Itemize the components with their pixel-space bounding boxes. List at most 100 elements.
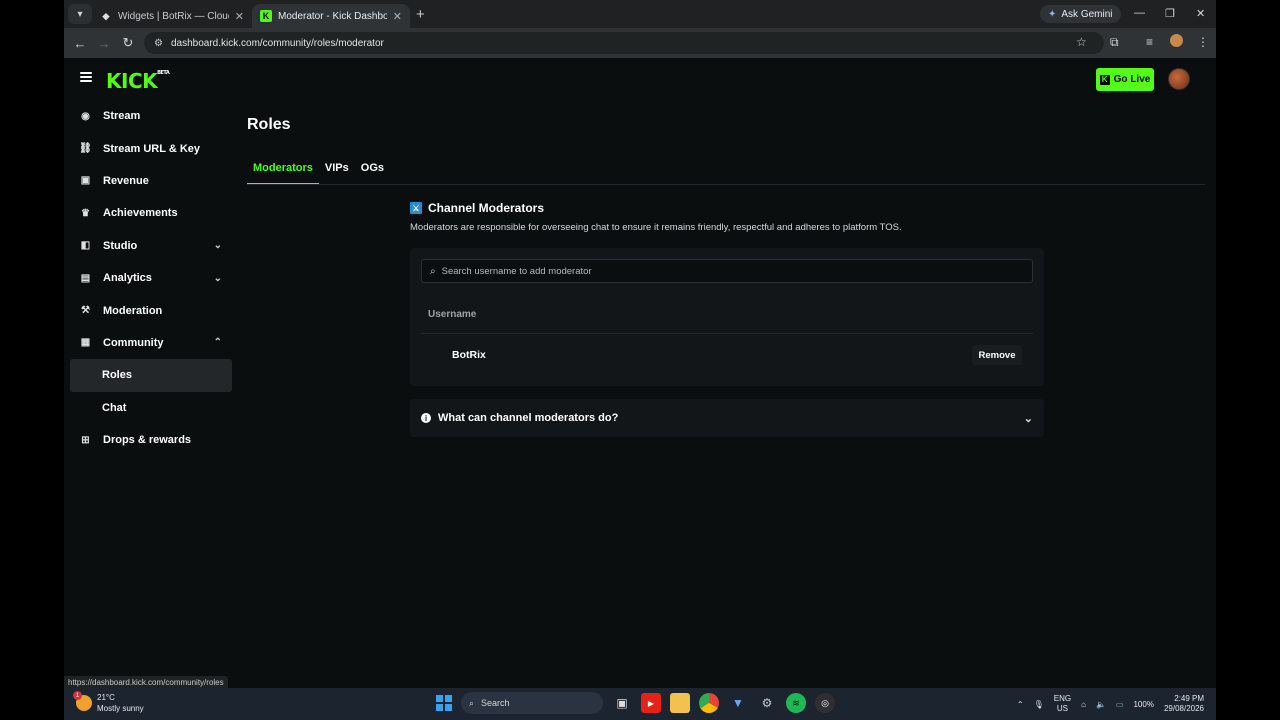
media-control-icon[interactable]: ≡ <box>1146 35 1153 49</box>
address-bar[interactable]: ⚙ dashboard.kick.com/community/roles/mod… <box>144 32 1104 54</box>
kick-logo[interactable]: KICKBETA <box>106 69 170 93</box>
microphone-icon[interactable]: 🎙 <box>1034 700 1044 709</box>
search-icon: ⌕ <box>430 265 436 277</box>
sidebar-item-moderation[interactable]: ⚒ Moderation <box>70 294 232 326</box>
section-title: ⚔ Channel Moderators <box>410 201 544 215</box>
sidebar-item-label: Community <box>103 336 164 349</box>
hammer-icon: ⚒ <box>81 305 90 317</box>
trophy-icon: ♛ <box>81 207 90 219</box>
clock[interactable]: 2:49 PM 29/08/2026 <box>1164 694 1204 714</box>
studio-icon: ◧ <box>80 240 91 252</box>
sidebar-item-studio[interactable]: ◧ Studio ⌄ <box>70 230 232 262</box>
sidebar-item-stream-url-key[interactable]: ⛓ Stream URL & Key <box>70 132 232 164</box>
notification-badge: 1 <box>73 691 82 700</box>
spotify-icon[interactable]: ≋ <box>786 693 806 713</box>
search-input[interactable] <box>441 265 1002 277</box>
botrix-favicon-icon: ◆ <box>102 10 110 21</box>
go-live-label: Go Live <box>1113 74 1151 85</box>
more-menu-icon[interactable]: ⋮ <box>1197 35 1209 49</box>
sidebar-item-label: Studio <box>103 239 138 252</box>
back-icon[interactable]: ← <box>68 36 92 51</box>
tab-search-button[interactable]: ▾ <box>68 4 92 24</box>
settings-gear-icon[interactable]: ⚙ <box>757 693 777 713</box>
sidebar-item-label: Achievements <box>103 207 178 220</box>
reload-icon[interactable]: ↻ <box>116 35 140 51</box>
extensions-icon[interactable]: ⧉ <box>1110 35 1119 50</box>
site-info-icon[interactable]: ⚙ <box>154 38 163 49</box>
sword-icon: ⚔ <box>410 202 422 214</box>
chrome-icon[interactable] <box>699 693 719 713</box>
battery-icon[interactable]: ▭ <box>1116 700 1124 709</box>
remove-button[interactable]: Remove <box>972 345 1022 365</box>
sidebar-item-analytics[interactable]: ▤ Analytics ⌄ <box>70 262 232 294</box>
beta-badge: BETA <box>157 70 170 76</box>
taskbar-apps: ⌕ Search ▣ ▶ ▼ ⚙ ≋ ◎ <box>436 692 835 714</box>
faq-accordion[interactable]: i What can channel moderators do? ⌄ <box>410 399 1044 437</box>
user-avatar[interactable] <box>1168 68 1190 90</box>
browser-tab-kick[interactable]: K Moderator - Kick Dashboard ✕ <box>252 4 410 28</box>
tab-ogs[interactable]: OGs <box>355 158 390 185</box>
minimize-icon[interactable]: — <box>1134 7 1145 19</box>
sidebar-item-drops-rewards[interactable]: ⊞ Drops & rewards <box>70 424 232 456</box>
tabs-divider <box>247 184 1205 185</box>
task-view-icon[interactable]: ▣ <box>612 693 632 713</box>
gift-icon: ⊞ <box>81 434 90 446</box>
status-bar-url: https://dashboard.kick.com/community/rol… <box>64 676 228 688</box>
clock-time: 2:49 PM <box>1174 694 1204 703</box>
sidebar-item-label: Chat <box>102 401 127 414</box>
sidebar-item-community[interactable]: ▦ Community ⌃ <box>70 327 232 359</box>
table-divider <box>421 333 1033 334</box>
stream-icon: ◉ <box>81 110 90 122</box>
clock-date: 29/08/2026 <box>1163 704 1204 713</box>
browser-toolbar: ← → ↻ ⚙ dashboard.kick.com/community/rol… <box>64 28 1216 58</box>
ask-gemini-button[interactable]: ✦ Ask Gemini <box>1040 5 1121 23</box>
sidebar-item-label: Analytics <box>103 272 152 285</box>
kick-dashboard-page: KICKBETA K Go Live ◉ Stream ⛓ Stream URL… <box>64 58 1216 688</box>
forward-icon[interactable]: → <box>92 36 116 51</box>
taskbar-search[interactable]: ⌕ Search <box>461 692 603 714</box>
obs-icon[interactable]: ◎ <box>815 693 835 713</box>
close-icon[interactable]: ✕ <box>235 10 244 23</box>
new-tab-button[interactable]: + <box>416 6 425 23</box>
chevron-down-icon: ⌄ <box>1023 412 1033 425</box>
sidebar-item-label: Revenue <box>103 174 149 187</box>
weather-widget[interactable]: 1 21°C Mostly sunny <box>73 691 144 714</box>
community-icon: ▦ <box>80 337 91 349</box>
network-icon[interactable]: ⌂ <box>1081 700 1086 709</box>
chevron-up-icon[interactable]: ⌃ <box>1017 700 1024 709</box>
close-icon[interactable]: ✕ <box>393 10 402 23</box>
sidebar-item-chat[interactable]: Chat <box>70 392 232 424</box>
maximize-icon[interactable]: ❐ <box>1165 7 1175 20</box>
sidebar-item-revenue[interactable]: ▣ Revenue <box>70 165 232 197</box>
go-live-button[interactable]: K Go Live <box>1096 68 1154 91</box>
windows-taskbar: 1 21°C Mostly sunny ⌕ Search ▣ ▶ ▼ ⚙ ≋ ◎… <box>64 688 1216 720</box>
faq-title: What can channel moderators do? <box>438 412 619 424</box>
sidebar: ◉ Stream ⛓ Stream URL & Key ▣ Revenue ♛ … <box>70 100 232 456</box>
chevron-up-icon: ⌃ <box>213 337 222 349</box>
tab-vips[interactable]: VIPs <box>319 158 355 185</box>
volume-icon[interactable]: 🔈 <box>1096 700 1106 709</box>
window-close-icon[interactable]: ✕ <box>1196 7 1205 20</box>
vpn-app-icon[interactable]: ▼ <box>728 693 748 713</box>
sidebar-item-achievements[interactable]: ♛ Achievements <box>70 197 232 229</box>
battery-percent: 100% <box>1133 699 1154 709</box>
file-explorer-icon[interactable] <box>670 693 690 713</box>
weather-desc: Mostly sunny <box>97 704 144 713</box>
weather-temp: 21°C <box>97 693 115 702</box>
youtube-icon[interactable]: ▶ <box>641 693 661 713</box>
language-indicator[interactable]: ENG US <box>1054 694 1071 714</box>
moderator-search[interactable]: ⌕ <box>421 259 1033 283</box>
sidebar-item-stream[interactable]: ◉ Stream <box>70 100 232 132</box>
windows-start-icon[interactable] <box>436 695 452 711</box>
sidebar-item-label: Roles <box>102 369 132 382</box>
tab-title: Moderator - Kick Dashboard <box>278 10 387 22</box>
analytics-icon: ▤ <box>80 272 91 284</box>
bookmark-star-icon[interactable]: ☆ <box>1076 35 1087 49</box>
hamburger-menu-icon[interactable] <box>80 72 92 82</box>
tab-moderators[interactable]: Moderators <box>247 158 319 185</box>
tab-title: Widgets | BotRix — Cloud Stream <box>118 10 229 22</box>
profile-avatar-icon[interactable] <box>1170 34 1183 47</box>
moderator-username: BotRix <box>452 349 486 361</box>
sidebar-item-roles[interactable]: Roles <box>70 359 232 392</box>
browser-tab-botrix[interactable]: ◆ Widgets | BotRix — Cloud Stream ✕ <box>92 4 252 28</box>
